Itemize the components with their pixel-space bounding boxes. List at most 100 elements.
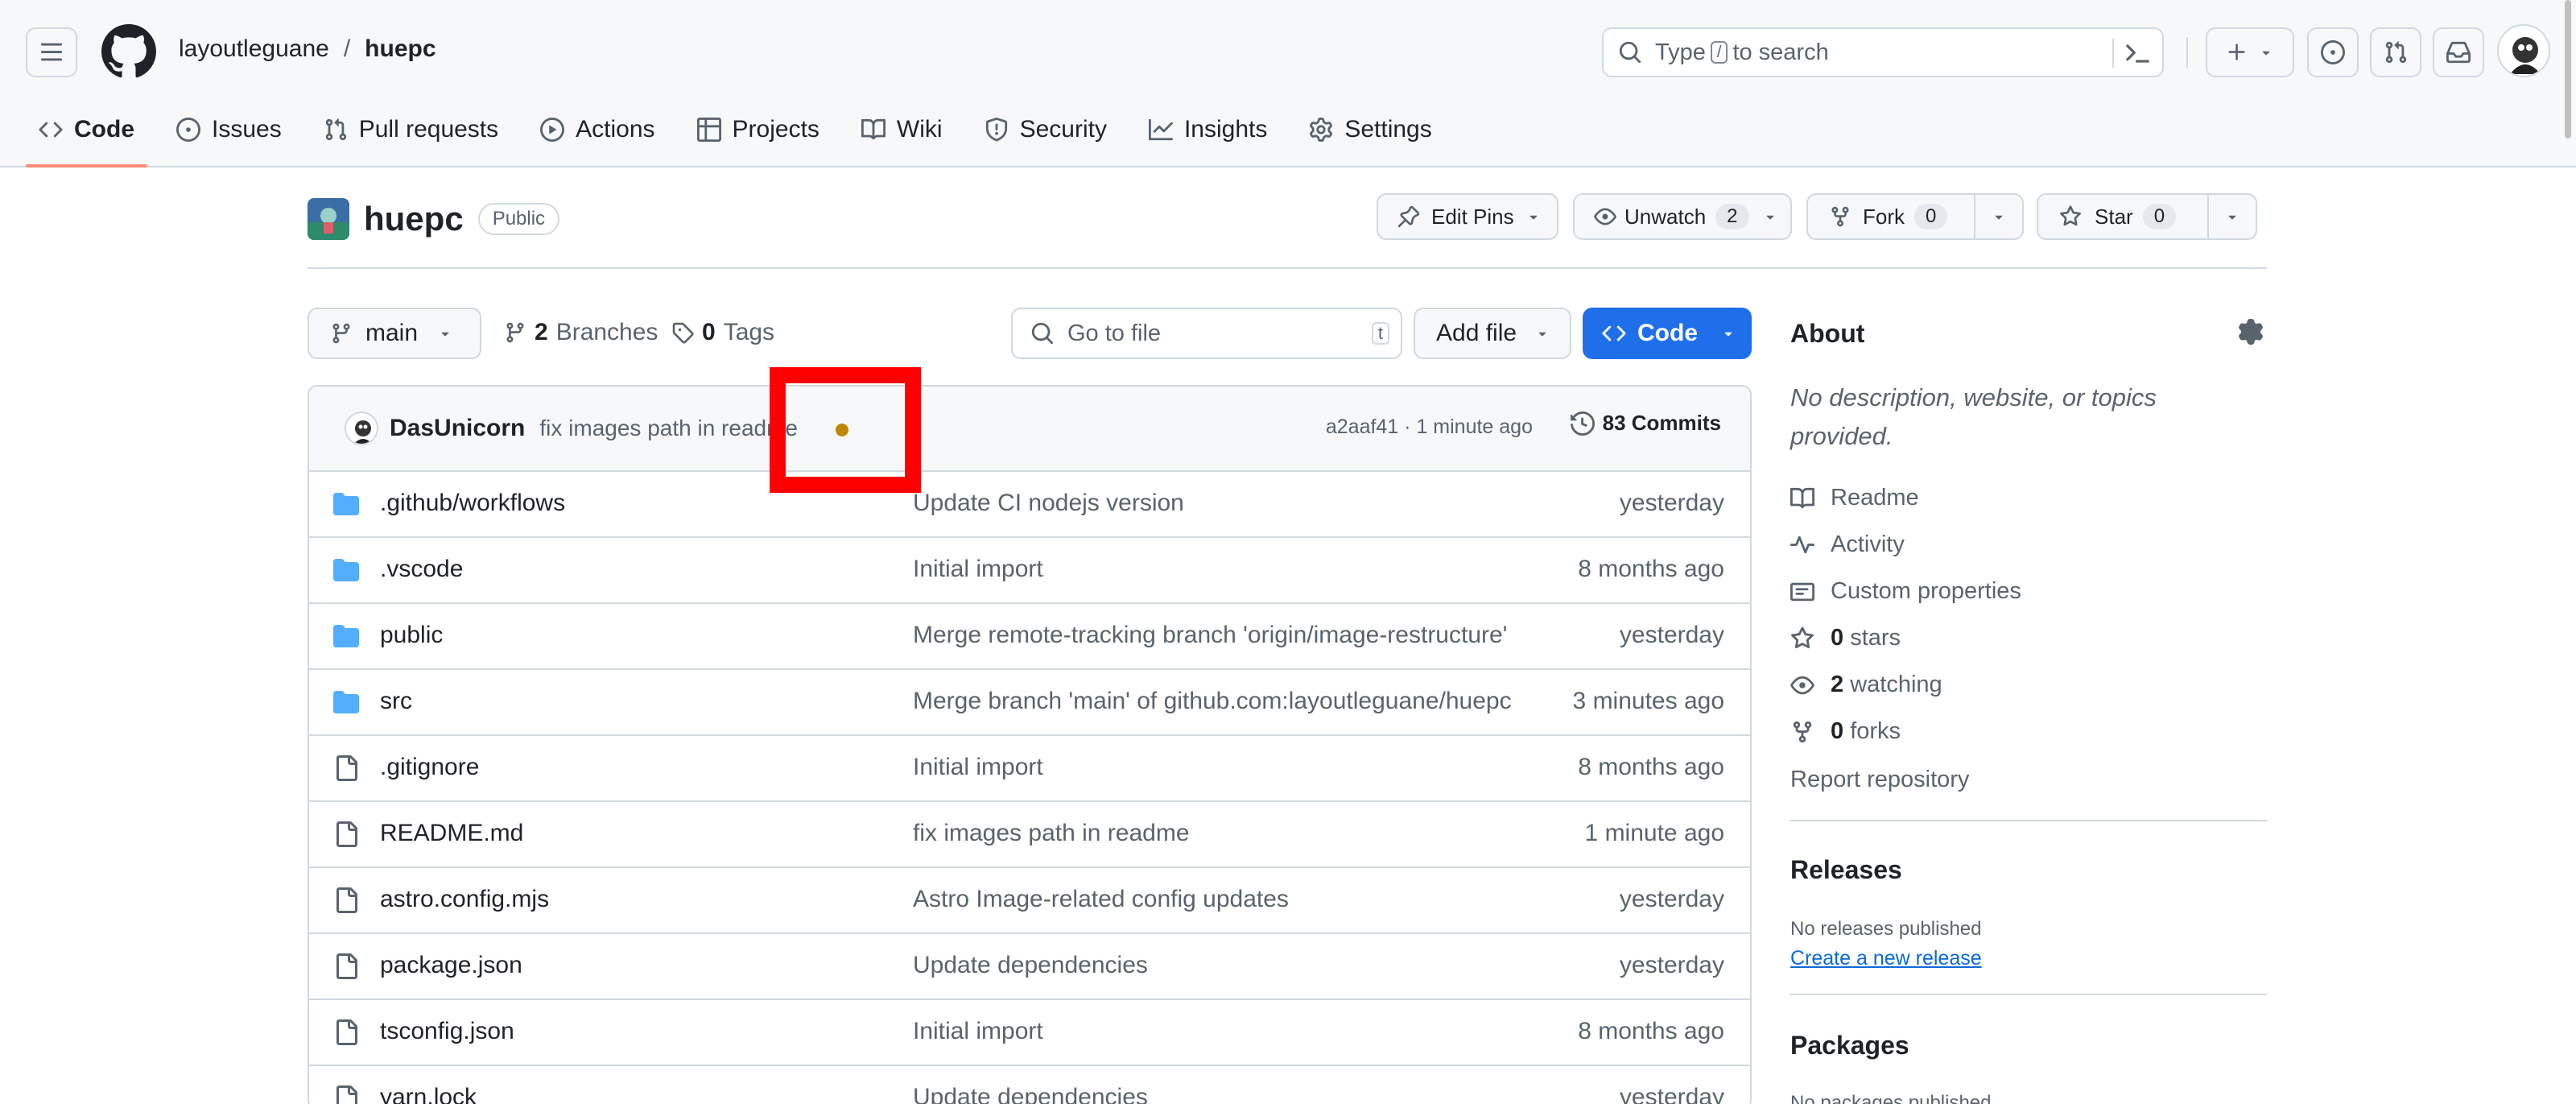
breadcrumb-repo-link[interactable]: huepc [365, 35, 436, 63]
repo-name[interactable]: huepc [364, 200, 464, 238]
commit-author[interactable]: DasUnicorn [390, 415, 525, 442]
file-commit-date: 3 minutes ago [1572, 688, 1724, 714]
commits-count: 83 Commits [1602, 411, 1721, 435]
tab-issues[interactable]: Issues [162, 105, 296, 155]
fork-count: 0 [1914, 204, 1948, 229]
pull-requests-button[interactable] [2370, 27, 2421, 77]
branch-selector[interactable]: main [308, 308, 481, 359]
note-icon [1790, 582, 1814, 601]
user-avatar[interactable] [2497, 24, 2550, 77]
search-input[interactable]: Type / to search [1602, 27, 2164, 77]
file-commit-message-link[interactable]: Merge branch 'main' of github.com:layout… [913, 688, 1512, 715]
file-row[interactable]: README.md fix images path in readme 1 minu… [309, 802, 1750, 868]
file-commit-message-link[interactable]: Update dependencies [913, 1084, 1148, 1104]
file-row[interactable]: .gitignore Initial import 8 months ago [309, 736, 1750, 802]
breadcrumb-owner-link[interactable]: layoutleguane [179, 35, 329, 63]
file-name-link[interactable]: .github/workflows [380, 490, 565, 517]
commit-author-avatar[interactable] [345, 411, 378, 445]
fork-button[interactable]: Fork 0 [1806, 193, 2024, 240]
file-name-link[interactable]: src [380, 688, 412, 715]
file-name-link[interactable]: .gitignore [380, 754, 479, 781]
file-row[interactable]: yarn.lock Update dependencies yesterday [309, 1066, 1750, 1104]
branches-link[interactable]: 2 Branches [504, 319, 658, 346]
go-to-file-input[interactable]: Go to file t [1011, 308, 1402, 359]
commit-message[interactable]: fix images path in readme [539, 416, 798, 441]
custom-properties-label: Custom properties [1831, 578, 2021, 604]
readme-link[interactable]: Readme [1790, 485, 1919, 511]
add-file-button[interactable]: Add file [1414, 308, 1571, 359]
stars-link[interactable]: 0 stars [1790, 625, 1901, 651]
search-icon [1031, 322, 1054, 345]
no-packages-text: No packages published [1790, 1092, 1992, 1104]
file-row[interactable]: astro.config.mjs Astro Image-related conf… [309, 868, 1750, 934]
releases-heading[interactable]: Releases [1790, 855, 1902, 885]
file-commit-message-link[interactable]: Astro Image-related config updates [913, 886, 1289, 913]
star-button[interactable]: Star 0 [2037, 193, 2257, 240]
forks-link[interactable]: 0 forks [1790, 718, 1901, 745]
file-name-link[interactable]: .vscode [380, 556, 463, 583]
file-row[interactable]: .github/workflows Update CI nodejs versio… [309, 472, 1750, 538]
file-name-link[interactable]: yarn.lock [380, 1084, 477, 1104]
activity-link[interactable]: Activity [1790, 531, 1905, 558]
tags-label: Tags [723, 319, 775, 345]
create-new-button[interactable] [2206, 27, 2294, 77]
custom-properties-link[interactable]: Custom properties [1790, 578, 2021, 605]
report-repository-link[interactable]: Report repository [1790, 767, 1969, 793]
search-suffix: to search [1732, 39, 1829, 65]
issues-button[interactable] [2307, 27, 2359, 77]
file-commit-message-link[interactable]: Initial import [913, 1018, 1043, 1045]
tab-pull-requests[interactable]: Pull requests [309, 105, 513, 155]
file-commit-message-link[interactable]: Update CI nodejs version [913, 490, 1184, 517]
file-row[interactable]: public Merge remote-tracking branch 'orig… [309, 604, 1750, 670]
file-name-link[interactable]: README.md [380, 820, 523, 847]
watching-link[interactable]: 2 watching [1790, 672, 1942, 698]
file-row[interactable]: tsconfig.json Initial import 8 months ago [309, 1000, 1750, 1066]
page-scrollbar[interactable] [2565, 0, 2571, 139]
file-row[interactable]: src Merge branch 'main' of github.com:lay… [309, 670, 1750, 736]
file-row[interactable]: package.json Update dependencies yesterday [309, 934, 1750, 1000]
file-row[interactable]: .vscode Initial import 8 months ago [309, 538, 1750, 604]
commits-link[interactable]: 83 Commits [1570, 411, 1721, 436]
edit-pins-button[interactable]: Edit Pins [1377, 193, 1558, 240]
file-commit-date: 1 minute ago [1584, 820, 1724, 846]
tab-actions[interactable]: Actions [526, 105, 669, 155]
github-logo-icon[interactable] [101, 24, 156, 79]
tag-icon [672, 322, 694, 344]
commit-meta[interactable]: a2aaf41 · 1 minute ago [1326, 416, 1533, 439]
activity-label: Activity [1831, 531, 1905, 557]
repo-owner-avatar[interactable] [308, 198, 349, 240]
menu-button[interactable] [26, 27, 77, 77]
file-name-link[interactable]: tsconfig.json [380, 1018, 514, 1045]
file-commit-message-link[interactable]: Initial import [913, 754, 1043, 781]
create-release-link[interactable]: Create a new release [1790, 947, 1982, 970]
stars-label: stars [1850, 625, 1901, 651]
unwatch-button[interactable]: Unwatch 2 [1573, 193, 1792, 240]
tags-link[interactable]: 0 Tags [671, 319, 774, 346]
graph-icon [1148, 118, 1173, 141]
file-commit-message-link[interactable]: Update dependencies [913, 952, 1148, 979]
tab-wiki[interactable]: Wiki [847, 105, 957, 155]
tab-security[interactable]: Security [970, 105, 1121, 155]
file-name-link[interactable]: astro.config.mjs [380, 886, 549, 913]
packages-heading[interactable]: Packages [1790, 1031, 1909, 1061]
tab-settings[interactable]: Settings [1294, 105, 1446, 155]
branches-count: 2 [535, 319, 548, 345]
tab-projects[interactable]: Projects [683, 105, 834, 155]
code-button[interactable]: Code [1583, 308, 1752, 359]
star-dropdown[interactable] [2207, 195, 2256, 238]
commit-status-dot[interactable] [836, 424, 848, 436]
repo-avatar-image [308, 198, 349, 240]
fork-dropdown[interactable] [1974, 195, 2022, 238]
tab-code[interactable]: Code [24, 105, 149, 167]
command-palette-icon[interactable] [2124, 40, 2151, 68]
latest-commit-bar: DasUnicorn fix images path in readme a2a… [309, 387, 1750, 472]
file-name-link[interactable]: package.json [380, 952, 522, 979]
gear-icon[interactable] [2238, 319, 2264, 345]
file-commit-message-link[interactable]: Initial import [913, 556, 1043, 583]
file-list: .github/workflows Update CI nodejs versio… [309, 472, 1750, 1104]
tab-insights[interactable]: Insights [1134, 105, 1282, 155]
inbox-button[interactable] [2433, 27, 2484, 77]
file-commit-message-link[interactable]: Merge remote-tracking branch 'origin/ima… [913, 622, 1507, 649]
file-name-link[interactable]: public [380, 622, 443, 649]
file-commit-message-link[interactable]: fix images path in readme [913, 820, 1190, 847]
